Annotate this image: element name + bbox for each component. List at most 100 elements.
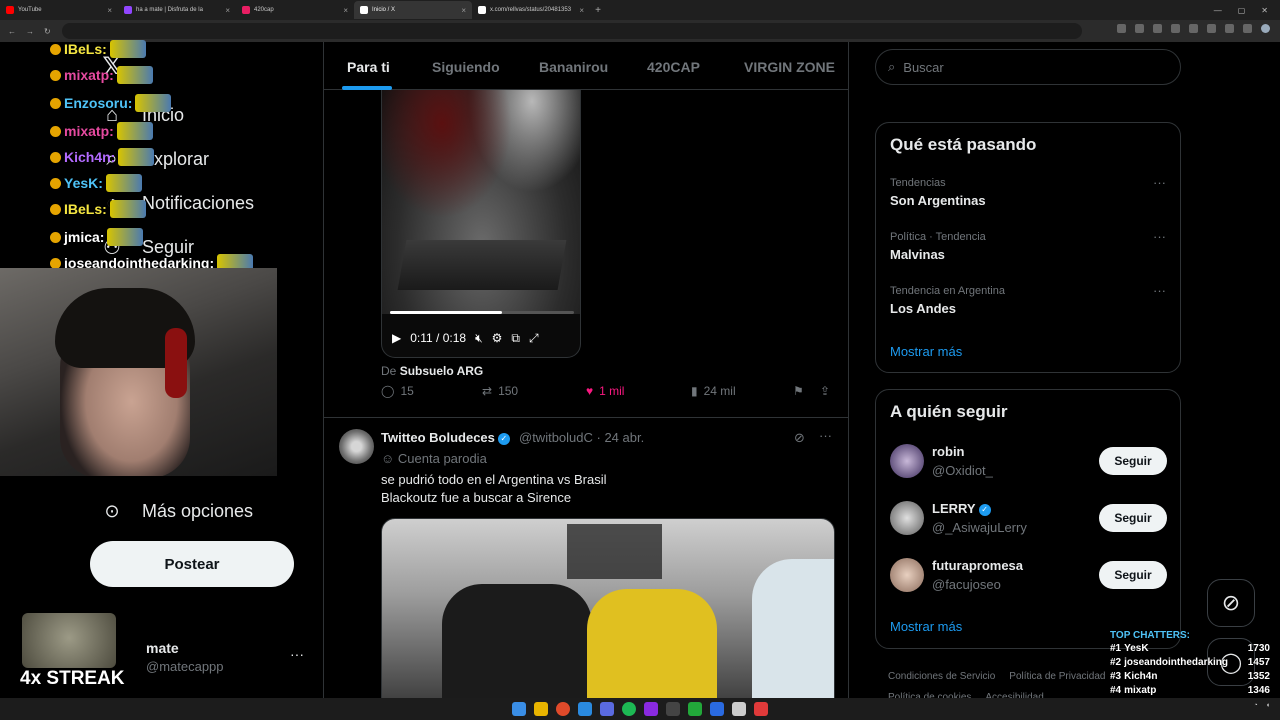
- nav-mas-opciones[interactable]: ⊙ Más opciones: [100, 499, 253, 523]
- avatar[interactable]: [339, 429, 374, 464]
- profile-icon[interactable]: [1261, 24, 1270, 33]
- browser-tab-twitch[interactable]: ha a mate | Disfruta de la ×: [118, 1, 236, 19]
- back-icon[interactable]: ←: [8, 27, 16, 36]
- follow-show-more[interactable]: Mostrar más: [890, 619, 962, 634]
- video-progress-bar[interactable]: [390, 311, 574, 314]
- close-icon[interactable]: ×: [225, 6, 230, 15]
- trend-more-icon[interactable]: ···: [1153, 283, 1166, 298]
- extension-icon[interactable]: [1135, 24, 1144, 33]
- avatar[interactable]: [890, 444, 924, 478]
- file-explorer-icon[interactable]: [534, 702, 548, 716]
- fullscreen-icon[interactable]: ⤢: [529, 331, 539, 346]
- avatar[interactable]: [890, 501, 924, 535]
- trends-show-more[interactable]: Mostrar más: [890, 344, 962, 359]
- trend-name[interactable]: Malvinas: [890, 247, 945, 262]
- url-input[interactable]: [62, 23, 1082, 39]
- close-icon[interactable]: ×: [461, 6, 466, 15]
- play-icon[interactable]: ▶: [392, 331, 401, 345]
- extension-icon[interactable]: [1243, 24, 1252, 33]
- forward-icon[interactable]: →: [26, 27, 34, 36]
- post-button[interactable]: Postear: [90, 541, 294, 587]
- extension-icon[interactable]: [1171, 24, 1180, 33]
- app-icon[interactable]: [710, 702, 724, 716]
- settings-icon[interactable]: ⚙: [492, 331, 503, 345]
- tweet-author-name[interactable]: Twitteo Boludeces ✓: [381, 430, 510, 445]
- follow-handle[interactable]: @Oxidiot_: [932, 463, 993, 478]
- follow-handle[interactable]: @facujoseo: [932, 577, 1001, 592]
- new-tab-button[interactable]: +: [590, 5, 606, 16]
- profile-name[interactable]: mate: [146, 640, 179, 656]
- tab-bananirou[interactable]: Bananirou: [539, 59, 608, 75]
- grok-icon[interactable]: ⊘: [794, 430, 805, 446]
- tab-420cap[interactable]: 420CAP: [647, 59, 700, 75]
- close-icon[interactable]: ×: [579, 6, 584, 15]
- profile-more-icon[interactable]: ···: [290, 646, 304, 662]
- trend-more-icon[interactable]: ···: [1153, 175, 1166, 190]
- app-icon[interactable]: [644, 702, 658, 716]
- app-icon[interactable]: [754, 702, 768, 716]
- spotify-icon[interactable]: [622, 702, 636, 716]
- retweet-button[interactable]: ⇄ 150: [482, 384, 518, 398]
- avatar[interactable]: [890, 558, 924, 592]
- more-icon[interactable]: ···: [819, 428, 832, 443]
- extension-icon[interactable]: [1225, 24, 1234, 33]
- follow-name[interactable]: futurapromesa: [932, 558, 1023, 573]
- search-box[interactable]: ⌕: [875, 49, 1181, 85]
- tweet-video[interactable]: ▶ 0:11 / 0:18 🔇︎ ⚙ ⧉ ⤢: [381, 90, 581, 358]
- headset: [165, 328, 187, 398]
- trend-name[interactable]: Son Argentinas: [890, 193, 986, 208]
- follow-name[interactable]: robin: [932, 444, 965, 459]
- extension-icons: [1117, 24, 1270, 33]
- chrome-icon[interactable]: [556, 702, 570, 716]
- search-input[interactable]: [903, 59, 1154, 75]
- close-window-icon[interactable]: ✕: [1261, 6, 1268, 15]
- trend-name[interactable]: Los Andes: [890, 301, 956, 316]
- mute-icon[interactable]: 🔇︎: [475, 331, 483, 346]
- tweet-image[interactable]: [381, 518, 835, 702]
- app-icon[interactable]: [732, 702, 746, 716]
- grok-button[interactable]: ⊘: [1207, 579, 1255, 627]
- tweet-text: se pudrió todo en el Argentina vs Brasil…: [381, 471, 831, 507]
- follow-handle[interactable]: @_AsiwajuLerry: [932, 520, 1027, 535]
- browser-tab-x-status[interactable]: x.com/rellvas/status/20481353 ×: [472, 1, 590, 19]
- like-button[interactable]: ♥ 1 mil: [586, 384, 624, 398]
- follow-button-lerry[interactable]: Seguir: [1099, 504, 1167, 532]
- extension-icon[interactable]: [1207, 24, 1216, 33]
- tab-virgin-zone[interactable]: VIRGIN ZONE: [744, 59, 835, 75]
- app-icon[interactable]: [578, 702, 592, 716]
- tweet-author-handle[interactable]: @twitboludC · 24 abr.: [519, 430, 644, 445]
- close-icon[interactable]: ×: [107, 6, 112, 15]
- tab-siguiendo[interactable]: Siguiendo: [432, 59, 500, 75]
- windows-start-icon[interactable]: [512, 702, 526, 716]
- reload-icon[interactable]: ↻: [44, 27, 51, 36]
- discord-icon[interactable]: [600, 702, 614, 716]
- tab-label: YouTube: [18, 7, 42, 13]
- close-icon[interactable]: ×: [343, 6, 348, 15]
- browser-tab-youtube[interactable]: YouTube ×: [0, 1, 118, 19]
- footer-link-privacy[interactable]: Política de Privacidad: [1009, 671, 1105, 682]
- extension-icon[interactable]: [1117, 24, 1126, 33]
- pip-icon[interactable]: ⧉: [511, 331, 520, 346]
- browser-tab-x-home[interactable]: Inicio / X ×: [354, 1, 472, 19]
- views-button[interactable]: ▮ 24 mil: [691, 384, 736, 398]
- reply-button[interactable]: ◯ 15: [381, 384, 414, 398]
- browser-tab-420cap[interactable]: 420cap ×: [236, 1, 354, 19]
- profile-handle[interactable]: @matecappp: [146, 659, 224, 674]
- footer-link-terms[interactable]: Condiciones de Servicio: [888, 671, 995, 682]
- follow-name[interactable]: LERRY ✓: [932, 501, 991, 516]
- share-icon[interactable]: ⇪: [820, 384, 830, 398]
- minimize-icon[interactable]: —: [1214, 6, 1222, 15]
- tab-para-ti[interactable]: Para ti: [347, 59, 390, 75]
- bookmark-icon[interactable]: ⚑: [793, 384, 804, 398]
- follow-button-robin[interactable]: Seguir: [1099, 447, 1167, 475]
- trend-more-icon[interactable]: ···: [1153, 229, 1166, 244]
- wifi-icon[interactable]: ◔: [1254, 702, 1258, 709]
- source-name[interactable]: Subsuelo ARG: [400, 364, 484, 378]
- maximize-icon[interactable]: ▢: [1238, 6, 1246, 15]
- follow-button-futurapromesa[interactable]: Seguir: [1099, 561, 1167, 589]
- volume-icon[interactable]: ◖: [1266, 702, 1270, 709]
- extension-icon[interactable]: [1189, 24, 1198, 33]
- obs-icon[interactable]: [666, 702, 680, 716]
- app-icon[interactable]: [688, 702, 702, 716]
- extension-icon[interactable]: [1153, 24, 1162, 33]
